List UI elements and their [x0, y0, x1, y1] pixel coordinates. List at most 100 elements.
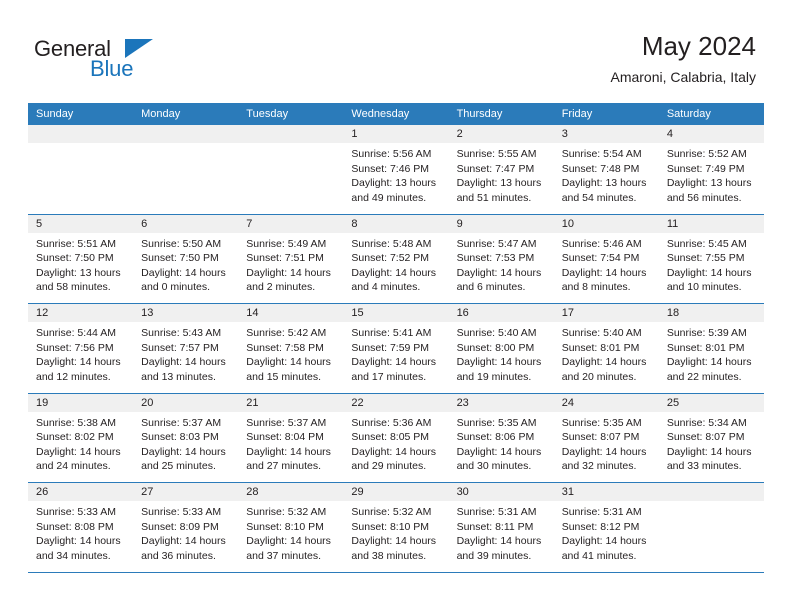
day-number-bar: 9 — [448, 214, 554, 233]
general-blue-logo[interactable]: General Blue — [34, 36, 164, 84]
day-cell[interactable]: 3 Sunrise: 5:54 AM Sunset: 7:48 PM Daylight… — [553, 125, 659, 214]
day-number: 20 — [141, 396, 154, 409]
weekday-header-saturday: Saturday — [666, 108, 711, 120]
day-cell[interactable]: 1 Sunrise: 5:56 AM Sunset: 7:46 PM Daylight… — [343, 125, 449, 214]
sunset-text: Sunset: 7:56 PM — [36, 341, 114, 354]
day-cell[interactable]: 7 Sunrise: 5:49 AM Sunset: 7:51 PM Daylight… — [238, 214, 344, 303]
day-sun-info: Sunrise: 5:54 AM Sunset: 7:48 PM Daylight:… — [554, 143, 659, 205]
day-number: 25 — [666, 396, 680, 409]
day-cell[interactable]: 15 Sunrise: 5:41 AM Sunset: 7:59 PM Dayligh… — [343, 304, 449, 393]
calendar-week-row: 1 Sunrise: 5:56 AM Sunset: 7:46 PM Daylight… — [28, 125, 764, 215]
daylight-text-line2: and 37 minutes. — [246, 549, 321, 562]
weekday-header-row: Sunday Monday Tuesday Wednesday Thursday Frid… — [28, 103, 764, 125]
day-number-bar: 31 — [553, 483, 659, 501]
day-cell[interactable]: 2 Sunrise: 5:55 AM Sunset: 7:47 PM Daylight… — [448, 125, 554, 214]
day-cell[interactable]: 30 Sunrise: 5:31 AM Sunset: 8:11 PM Dayligh… — [448, 483, 554, 572]
day-cell[interactable]: 12 Sunrise: 5:44 AM Sunset: 7:56 PM Dayligh… — [28, 304, 134, 393]
day-cell[interactable]: 29 Sunrise: 5:32 AM Sunset: 8:10 PM Dayligh… — [343, 483, 449, 572]
day-number-bar: 23 — [448, 393, 554, 412]
day-sun-info: Sunrise: 5:31 AM Sunset: 8:12 PM Daylight:… — [554, 501, 659, 563]
day-number: 29 — [351, 486, 364, 498]
sunrise-text: Sunrise: 5:46 AM — [561, 237, 642, 250]
daylight-text-line1: Daylight: 14 hours — [36, 445, 121, 458]
daylight-text-line2: and 51 minutes. — [456, 191, 532, 204]
day-number: 10 — [561, 217, 574, 230]
daylight-text-line2: and 0 minutes. — [141, 281, 211, 293]
day-cell[interactable]: 24 Sunrise: 5:35 AM Sunset: 8:07 PM Dayligh… — [553, 393, 659, 482]
sunset-text: Sunset: 7:57 PM — [141, 341, 219, 354]
day-cell[interactable]: 18 Sunrise: 5:39 AM Sunset: 8:01 PM Dayligh… — [658, 304, 764, 393]
day-number: 8 — [351, 217, 358, 230]
day-cell[interactable]: 9 Sunrise: 5:47 AM Sunset: 7:53 PM Daylight… — [448, 214, 554, 303]
sunrise-text: Sunrise: 5:50 AM — [141, 237, 222, 250]
day-cell-empty — [133, 125, 239, 214]
day-cell-empty — [238, 125, 344, 214]
day-cell[interactable]: 28 Sunrise: 5:32 AM Sunset: 8:10 PM Dayligh… — [238, 483, 344, 572]
sunrise-text: Sunrise: 5:48 AM — [351, 237, 432, 250]
day-number: 31 — [561, 486, 574, 498]
day-number: 3 — [561, 128, 568, 140]
page-title: May 2024 — [641, 31, 756, 61]
day-cell[interactable]: 23 Sunrise: 5:35 AM Sunset: 8:06 PM Dayligh… — [448, 393, 554, 482]
day-cell[interactable]: 27 Sunrise: 5:33 AM Sunset: 8:09 PM Dayligh… — [133, 483, 239, 572]
sunrise-text: Sunrise: 5:35 AM — [456, 416, 537, 429]
day-cell[interactable]: 19 Sunrise: 5:38 AM Sunset: 8:02 PM Dayligh… — [28, 393, 134, 482]
sunrise-text: Sunrise: 5:34 AM — [666, 416, 747, 429]
day-cell[interactable]: 8 Sunrise: 5:48 AM Sunset: 7:52 PM Daylight… — [343, 214, 449, 303]
day-cell[interactable]: 4 Sunrise: 5:52 AM Sunset: 7:49 PM Daylight… — [658, 125, 764, 214]
day-sun-info: Sunrise: 5:40 AM Sunset: 8:01 PM Daylight:… — [554, 322, 659, 384]
daylight-text-line2: and 27 minutes. — [246, 460, 321, 472]
day-cell[interactable]: 25 Sunrise: 5:34 AM Sunset: 8:07 PM Dayligh… — [658, 393, 764, 482]
day-cell[interactable]: 20 Sunrise: 5:37 AM Sunset: 8:03 PM Dayligh… — [133, 393, 239, 482]
sunset-text: Sunset: 8:06 PM — [456, 431, 535, 443]
sunrise-text: Sunrise: 5:41 AM — [351, 327, 432, 339]
sunrise-text: Sunrise: 5:45 AM — [666, 237, 747, 250]
day-cell[interactable]: 26 Sunrise: 5:33 AM Sunset: 8:08 PM Dayligh… — [28, 483, 134, 572]
day-cell[interactable]: 16 Sunrise: 5:40 AM Sunset: 8:00 PM Dayligh… — [448, 304, 554, 393]
day-number-bar: 17 — [553, 304, 659, 322]
daylight-text-line1: Daylight: 14 hours — [351, 266, 437, 279]
day-cell[interactable]: 21 Sunrise: 5:37 AM Sunset: 8:04 PM Dayligh… — [238, 393, 344, 482]
daylight-text-line2: and 19 minutes. — [456, 370, 532, 383]
daylight-text-line1: Daylight: 13 hours — [351, 177, 437, 189]
day-number: 11 — [666, 217, 679, 230]
day-number-bar: 15 — [343, 304, 449, 322]
day-number-bar: 2 — [448, 125, 554, 143]
daylight-text-line1: Daylight: 14 hours — [246, 356, 331, 368]
day-cell[interactable]: 14 Sunrise: 5:42 AM Sunset: 7:58 PM Dayligh… — [238, 304, 344, 393]
logo-text-blue: Blue — [90, 56, 134, 81]
sunrise-text: Sunrise: 5:47 AM — [456, 237, 537, 250]
daylight-text-line1: Daylight: 14 hours — [246, 266, 331, 279]
day-cell[interactable]: 5 Sunrise: 5:51 AM Sunset: 7:50 PM Daylight… — [28, 214, 134, 303]
sunset-text: Sunset: 8:08 PM — [36, 520, 114, 533]
day-cell-empty — [28, 125, 134, 214]
daylight-text-line2: and 8 minutes. — [561, 281, 631, 293]
day-sun-info: Sunrise: 5:36 AM Sunset: 8:05 PM Daylight:… — [343, 412, 448, 474]
daylight-text-line1: Daylight: 14 hours — [141, 535, 226, 547]
day-cell[interactable]: 17 Sunrise: 5:40 AM Sunset: 8:01 PM Dayligh… — [553, 304, 659, 393]
day-cell[interactable]: 11 Sunrise: 5:45 AM Sunset: 7:55 PM Dayligh… — [658, 214, 764, 303]
weekday-header-thursday: Thursday — [456, 108, 503, 120]
day-number-bar: 27 — [133, 483, 239, 501]
day-cell[interactable]: 6 Sunrise: 5:50 AM Sunset: 7:50 PM Daylight… — [133, 214, 239, 303]
sunrise-text: Sunrise: 5:37 AM — [141, 416, 222, 429]
day-number-bar: 5 — [28, 214, 134, 233]
day-number-bar — [658, 483, 764, 501]
daylight-text-line1: Daylight: 14 hours — [141, 445, 226, 458]
sunrise-text: Sunrise: 5:31 AM — [456, 506, 537, 518]
day-cell[interactable]: 10 Sunrise: 5:46 AM Sunset: 7:54 PM Dayligh… — [553, 214, 659, 303]
sunset-text: Sunset: 8:07 PM — [666, 431, 745, 443]
day-cell[interactable]: 31 Sunrise: 5:31 AM Sunset: 8:12 PM Dayligh… — [553, 483, 659, 572]
sunset-text: Sunset: 7:50 PM — [36, 252, 114, 264]
day-cell[interactable]: 13 Sunrise: 5:43 AM Sunset: 7:57 PM Dayligh… — [133, 304, 239, 393]
sunrise-text: Sunrise: 5:35 AM — [561, 416, 642, 429]
daylight-text-line2: and 34 minutes. — [36, 549, 111, 562]
sunrise-text: Sunrise: 5:42 AM — [246, 327, 327, 339]
daylight-text-line1: Daylight: 14 hours — [666, 356, 752, 368]
day-number-bar: 8 — [343, 214, 449, 233]
day-number-bar: 11 — [658, 214, 764, 233]
daylight-text-line2: and 12 minutes. — [36, 370, 111, 383]
daylight-text-line2: and 33 minutes. — [666, 460, 742, 472]
day-cell[interactable]: 22 Sunrise: 5:36 AM Sunset: 8:05 PM Dayligh… — [343, 393, 449, 482]
sunset-text: Sunset: 8:07 PM — [561, 431, 640, 443]
